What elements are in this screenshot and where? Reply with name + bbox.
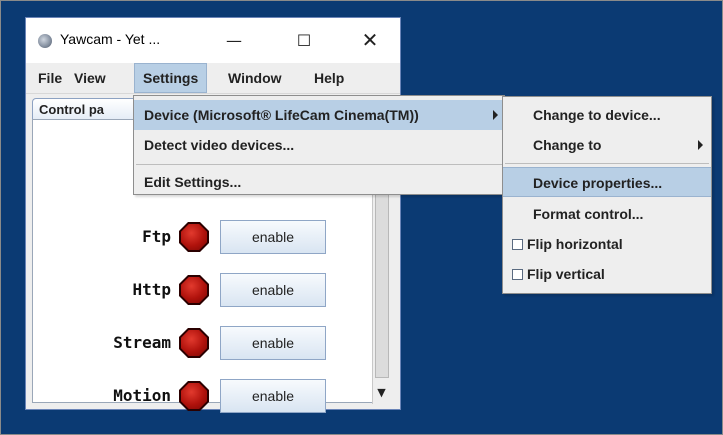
close-button[interactable]: ✕ bbox=[350, 26, 390, 54]
menu-help[interactable]: Help bbox=[306, 63, 352, 93]
arrow-right-icon bbox=[698, 140, 703, 150]
stop-sign-icon bbox=[179, 328, 209, 358]
motion-row: Motion enable bbox=[73, 379, 333, 413]
submenu-flip-vertical[interactable]: Flip vertical bbox=[503, 259, 711, 289]
menu-item-device-label: Device (Microsoft® LifeCam Cinema(TM)) bbox=[144, 107, 419, 123]
menu-file[interactable]: File bbox=[30, 63, 70, 93]
menu-view[interactable]: View bbox=[66, 63, 114, 93]
yawcam-window: Yawcam - Yet ... — ☐ ✕ File View Setting… bbox=[25, 17, 401, 413]
checkbox-icon[interactable] bbox=[512, 239, 523, 250]
menu-item-edit-settings[interactable]: Edit Settings... bbox=[134, 167, 504, 197]
minimize-button[interactable]: — bbox=[214, 26, 254, 54]
stop-sign-icon bbox=[179, 381, 209, 411]
http-enable-button[interactable]: enable bbox=[220, 273, 326, 307]
arrow-right-icon bbox=[493, 110, 498, 120]
device-submenu: Change to device... Change to Device pro… bbox=[502, 96, 712, 294]
stop-sign-icon bbox=[179, 275, 209, 305]
http-row: Http enable bbox=[73, 273, 333, 307]
menu-item-detect-devices[interactable]: Detect video devices... bbox=[134, 130, 504, 160]
submenu-device-properties[interactable]: Device properties... bbox=[503, 167, 711, 197]
flip-vertical-label: Flip vertical bbox=[527, 266, 605, 282]
menu-separator bbox=[136, 164, 502, 165]
menu-item-device[interactable]: Device (Microsoft® LifeCam Cinema(TM)) bbox=[134, 100, 504, 130]
arrow-down-icon[interactable]: ▼ bbox=[373, 386, 390, 400]
flip-horizontal-label: Flip horizontal bbox=[527, 236, 623, 252]
ftp-enable-button[interactable]: enable bbox=[220, 220, 326, 254]
stream-row: Stream enable bbox=[73, 326, 333, 360]
menu-bar: File View Settings Window Help bbox=[26, 63, 400, 94]
window-title: Yawcam - Yet ... bbox=[60, 31, 161, 47]
menu-settings[interactable]: Settings bbox=[134, 63, 208, 93]
ftp-label: Ftp bbox=[142, 227, 171, 246]
ftp-row: Ftp enable bbox=[73, 220, 333, 254]
http-label: Http bbox=[132, 280, 171, 299]
submenu-change-to-label: Change to bbox=[533, 137, 602, 153]
submenu-flip-horizontal[interactable]: Flip horizontal bbox=[503, 229, 711, 259]
stop-sign-icon bbox=[179, 222, 209, 252]
motion-enable-button[interactable]: enable bbox=[220, 379, 326, 413]
submenu-change-to-device[interactable]: Change to device... bbox=[503, 100, 711, 130]
stream-enable-button[interactable]: enable bbox=[220, 326, 326, 360]
submenu-separator bbox=[505, 163, 709, 164]
title-bar[interactable]: Yawcam - Yet ... — ☐ ✕ bbox=[26, 18, 400, 63]
menu-window[interactable]: Window bbox=[220, 63, 290, 93]
submenu-format-control[interactable]: Format control... bbox=[503, 199, 711, 229]
webcam-icon bbox=[38, 34, 52, 48]
settings-dropdown: Device (Microsoft® LifeCam Cinema(TM)) D… bbox=[133, 95, 505, 195]
stream-label: Stream bbox=[113, 333, 171, 352]
checkbox-icon[interactable] bbox=[512, 269, 523, 280]
tab-control-panel[interactable]: Control pa bbox=[32, 98, 142, 120]
maximize-button[interactable]: ☐ bbox=[284, 26, 324, 54]
motion-label: Motion bbox=[113, 386, 171, 405]
submenu-change-to[interactable]: Change to bbox=[503, 130, 711, 160]
